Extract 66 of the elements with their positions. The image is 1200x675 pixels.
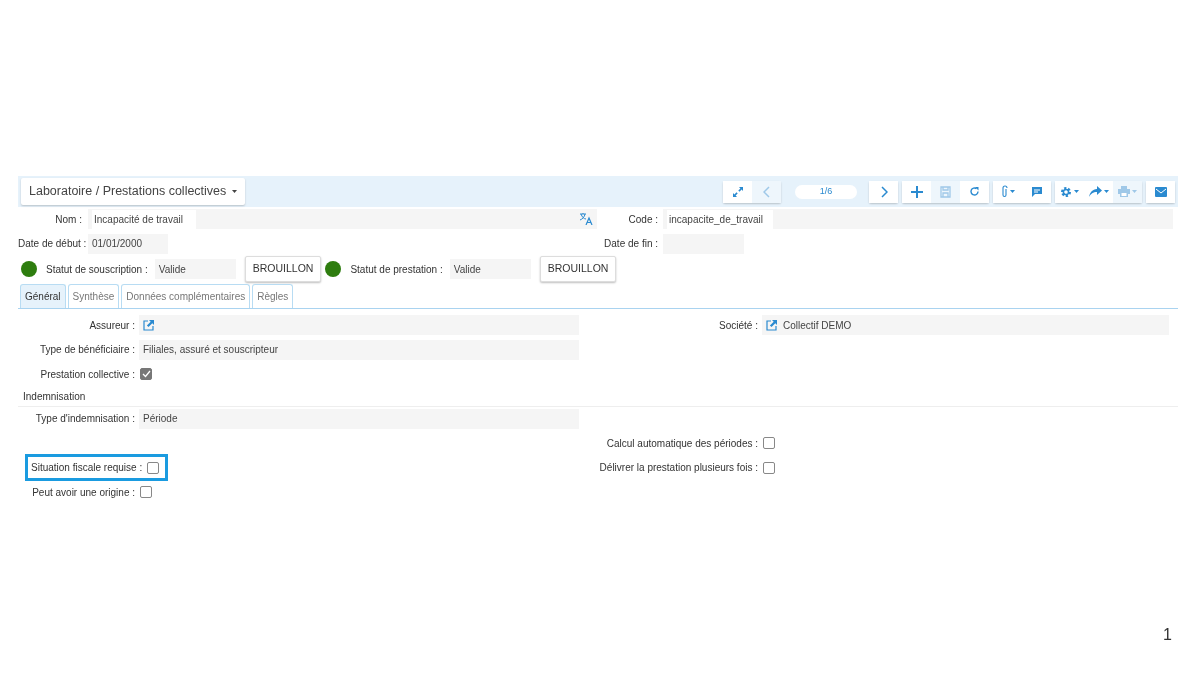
chevron-left-icon [762,185,771,198]
gear-icon [1060,185,1072,198]
field-label: Prestation collective : [39,367,135,382]
share-button[interactable] [1084,180,1113,203]
breadcrumb-dropdown[interactable]: Laboratoire / Prestations collectives [21,178,246,205]
save-icon [940,185,951,198]
field-label: Assureur : [88,318,135,333]
code-field[interactable]: incapacite_de_travail [663,209,1173,230]
mail-button[interactable] [1146,180,1175,203]
tab[interactable]: Règles [252,284,294,308]
lookup-field[interactable]: Collectif DEMO [762,315,1169,336]
expand-button[interactable] [723,180,752,203]
field-label: Peut avoir une origine : [31,485,135,500]
checkbox[interactable] [763,437,775,450]
envelope-icon [1154,186,1167,197]
field-label: Type de bénéficiaire : [38,343,135,358]
lookup-field[interactable] [139,315,579,336]
page-number: 1 [1163,625,1172,645]
caret-icon [1103,190,1109,193]
next-button[interactable] [869,180,898,203]
pager-display: 1/6 [795,184,857,199]
tab[interactable]: Données complémentaires [121,284,251,308]
translate-icon[interactable] [580,213,593,226]
draft-button[interactable]: BROUILLON [244,256,322,282]
caret-icon [232,190,238,193]
text-field[interactable]: Période [139,408,579,429]
text-field[interactable]: Filiales, assuré et souscripteur [139,339,579,360]
field-label: Date de fin : [603,237,658,252]
field-label: Situation fiscale requise : [31,461,143,476]
comment-icon [1030,185,1043,198]
section-heading: Indemnisation [23,389,86,404]
field-label: Société : [718,318,758,333]
comment-button[interactable] [1022,180,1051,203]
refresh-button[interactable] [960,180,989,203]
plus-icon [910,185,923,198]
refresh-icon [969,186,980,197]
field-label: Type d'indemnisation : [34,412,135,427]
field-label: Délivrer la prestation plusieurs fois : [598,461,758,476]
field-label: Statut de prestation : [350,262,443,277]
field-label: Statut de souscription : [46,262,148,277]
add-button[interactable] [902,180,931,203]
checkbox[interactable] [147,461,160,474]
caret-icon [1074,190,1079,193]
draft-button[interactable]: BROUILLON [539,256,617,282]
checkbox[interactable] [763,461,775,474]
share-icon [1088,186,1102,197]
attach-button[interactable] [993,180,1022,203]
tab[interactable]: Synthèse [67,284,120,308]
caret-icon [1009,190,1015,193]
caret-icon [1132,190,1137,193]
field-label: Nom : [54,212,82,227]
paperclip-icon [1000,185,1008,198]
field-label: Calcul automatique des périodes : [605,436,758,451]
tab[interactable]: Général [20,284,66,308]
field-label: Code : [627,212,658,227]
chevron-right-icon [879,185,888,198]
name-field[interactable]: Incapacité de travail [88,209,597,230]
external-link-icon[interactable] [143,319,154,331]
status-field[interactable]: Valide [154,259,236,279]
external-link-icon[interactable] [766,319,777,331]
expand-icon [731,185,744,198]
start-date-field[interactable]: 01/01/2000 [88,233,168,254]
printer-icon [1118,186,1130,197]
settings-button[interactable] [1055,180,1084,203]
checkbox[interactable] [140,486,152,499]
status-field[interactable]: Valide [449,259,531,279]
